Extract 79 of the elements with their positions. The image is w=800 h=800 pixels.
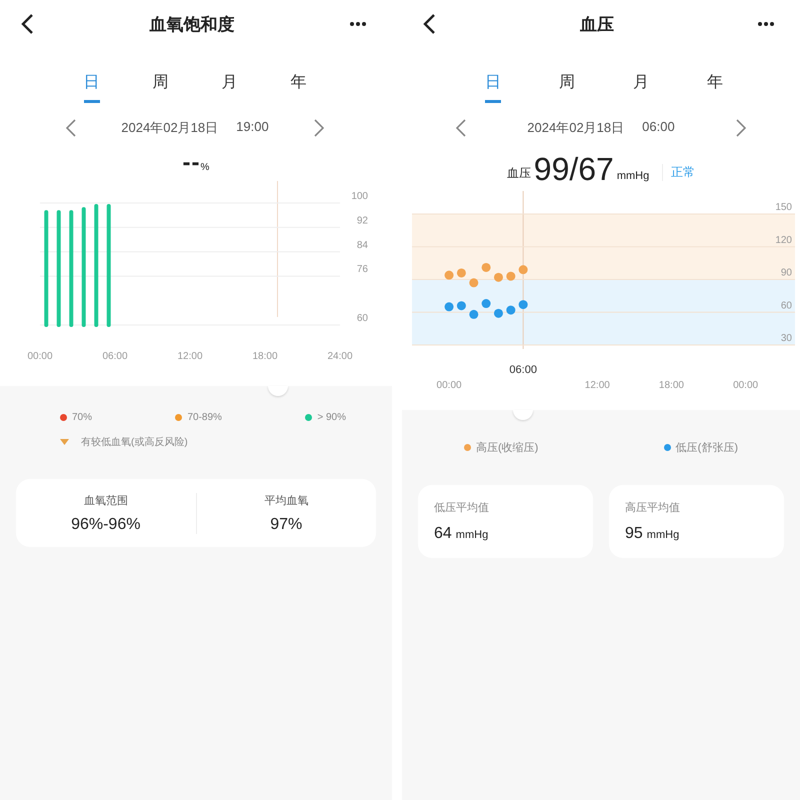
chevron-left-icon[interactable]	[456, 119, 466, 137]
time-label: 06:00	[642, 119, 675, 136]
x-axis-label: 00:00	[733, 380, 758, 391]
date-label: 2024年02月18日	[527, 119, 624, 137]
chevron-left-icon[interactable]	[66, 119, 76, 137]
slider-handle[interactable]	[268, 386, 288, 396]
legend-label: 低压(舒张压)	[676, 441, 738, 455]
y-axis-label: 30	[780, 333, 792, 344]
x-axis-label: 24:00	[327, 351, 353, 362]
legend-label: 高压(收缩压)	[476, 440, 538, 455]
reading-value: --	[182, 149, 201, 177]
period-tab[interactable]: 年	[678, 66, 752, 103]
reading-unit: %	[200, 162, 210, 173]
legend-label: 70%	[72, 412, 92, 423]
date-label: 2024年02月18日	[121, 119, 218, 137]
x-axis-label: 12:00	[584, 380, 610, 391]
screen-title: 血压	[580, 14, 614, 36]
legend-label: > 90%	[317, 412, 346, 423]
data-point	[482, 263, 491, 272]
reading-label: 血压	[506, 165, 531, 182]
risk-note: 有较低血氧(或高反风险)	[81, 436, 188, 449]
period-tab[interactable]: 年	[264, 66, 333, 103]
x-axis-label: 00:00	[436, 380, 462, 391]
data-point	[506, 306, 516, 315]
reading-value: 99/67	[534, 151, 614, 187]
data-point	[444, 270, 454, 280]
data-point	[469, 278, 478, 288]
data-point	[456, 301, 466, 310]
y-axis-label: 92	[356, 215, 368, 226]
legend-label: 70-89%	[187, 412, 222, 423]
y-axis-label: 100	[351, 191, 368, 202]
reading-unit: mmHg	[616, 170, 650, 182]
stat-label: 高压平均值	[625, 500, 681, 515]
data-point	[494, 308, 503, 318]
chevron-right-icon[interactable]	[314, 119, 324, 137]
x-axis-label: 12:00	[177, 351, 203, 362]
y-axis-label: 150	[775, 202, 792, 213]
y-axis-label: 76	[356, 264, 368, 276]
period-tab[interactable]: 周	[126, 66, 195, 103]
data-point	[444, 302, 454, 312]
y-axis-label: 60	[780, 300, 792, 312]
period-tab[interactable]: 周	[530, 66, 604, 103]
chevron-right-icon[interactable]	[736, 119, 746, 137]
more-icon[interactable]	[350, 22, 366, 26]
data-point	[456, 268, 466, 278]
x-axis-label: 00:00	[27, 351, 53, 362]
x-axis-label: 18:00	[252, 351, 278, 362]
data-point	[518, 300, 528, 310]
y-axis-label: 120	[775, 234, 792, 246]
y-axis-label: 60	[356, 313, 368, 324]
status-label: 正常	[662, 164, 696, 181]
x-axis-label: 06:00	[102, 351, 128, 362]
y-axis-label: 84	[356, 240, 368, 251]
data-point	[506, 272, 516, 281]
slider-handle[interactable]	[513, 410, 534, 420]
stat-value: 95	[625, 525, 643, 543]
back-icon[interactable]	[20, 13, 34, 35]
period-tab[interactable]: 月	[195, 66, 264, 103]
stat-value: 64	[434, 525, 452, 543]
more-icon[interactable]	[758, 22, 774, 26]
data-point	[518, 265, 528, 274]
y-axis-label: 90	[780, 268, 792, 278]
screen-title: 血氧饱和度	[150, 14, 234, 36]
back-icon[interactable]	[422, 13, 436, 35]
stat-unit: mmHg	[646, 529, 680, 541]
period-tab[interactable]: 月	[604, 66, 678, 103]
stat-value: 96%-96%	[71, 516, 140, 534]
stat-label: 低压平均值	[434, 501, 490, 515]
stat-label: 平均血氧	[264, 494, 308, 508]
stat-value: 97%	[270, 516, 302, 534]
triangle-icon	[60, 439, 69, 445]
stat-label: 血氧范围	[84, 494, 128, 508]
data-point	[494, 272, 503, 282]
stat-unit: mmHg	[456, 529, 488, 541]
cursor-time-label: 06:00	[509, 364, 537, 376]
data-point	[469, 310, 478, 319]
x-axis-label: 18:00	[658, 380, 684, 391]
time-label: 19:00	[236, 119, 269, 136]
data-point	[482, 299, 491, 308]
